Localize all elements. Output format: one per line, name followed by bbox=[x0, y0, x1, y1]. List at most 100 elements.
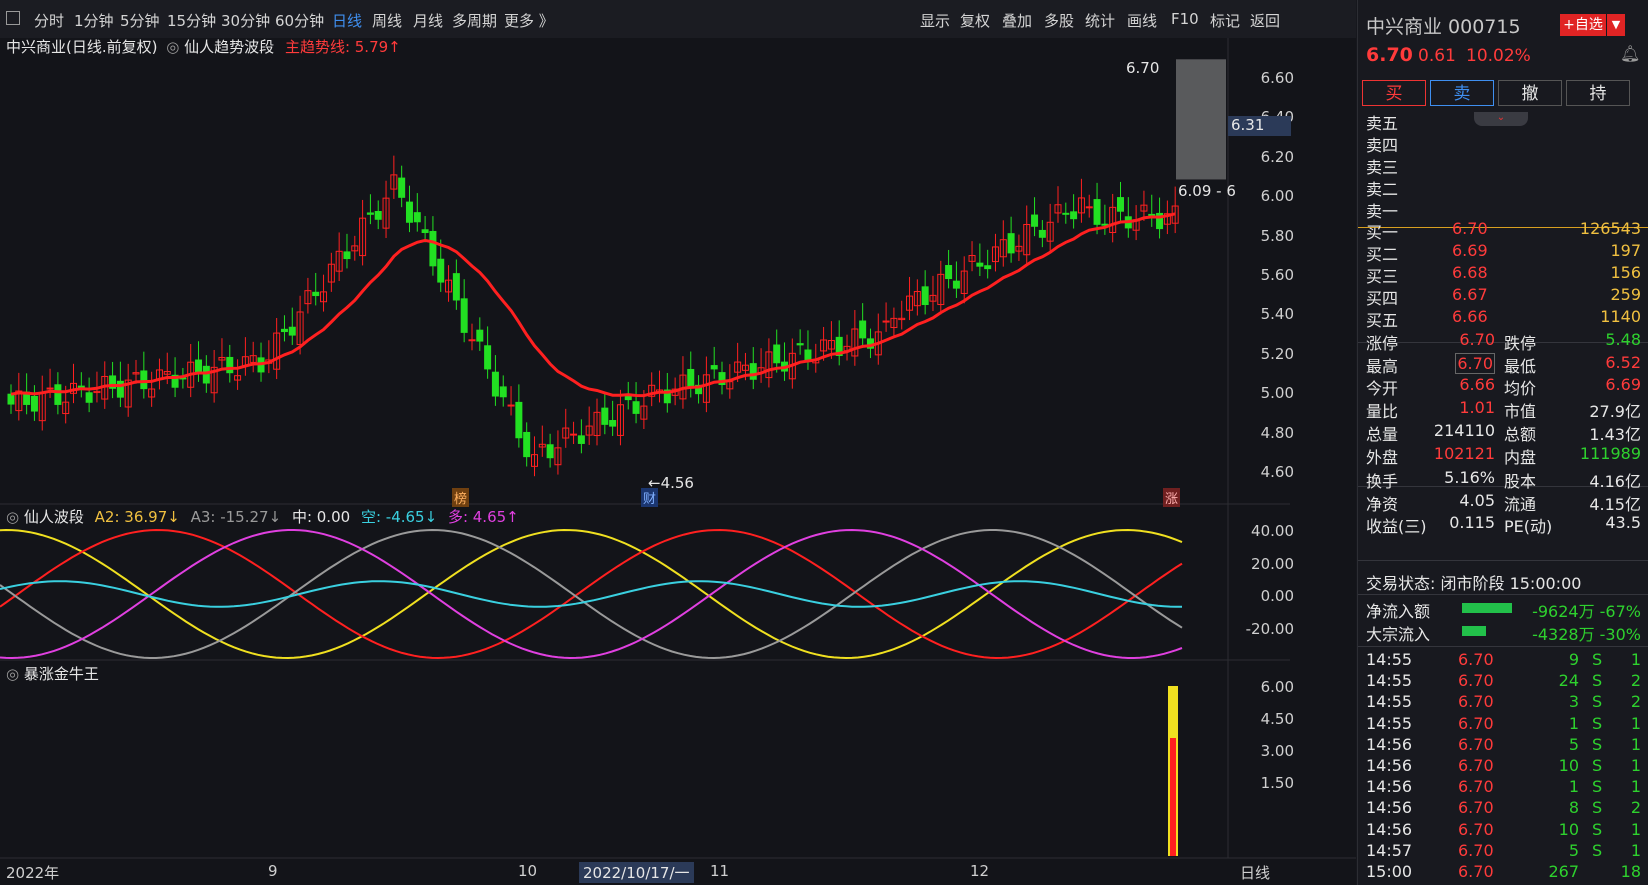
bid-volume: 197 bbox=[1610, 241, 1641, 260]
ask-row: 卖二 bbox=[1366, 176, 1641, 199]
bell-icon[interactable]: 🔔︎ bbox=[1620, 44, 1640, 63]
tick-volume: 267 bbox=[1548, 862, 1579, 881]
vol-name[interactable]: 暴涨金牛王 bbox=[24, 665, 99, 683]
x-axis-label: 2022年 bbox=[6, 864, 60, 882]
bid-price: 6.70 bbox=[1452, 219, 1488, 238]
period-tab-8[interactable]: 月线 bbox=[413, 10, 443, 31]
toolbar-item-6[interactable]: F10 bbox=[1171, 10, 1199, 28]
period-tab-6[interactable]: 日线 bbox=[332, 10, 362, 31]
tick-row: 14:56 6.70 5 S 1 bbox=[1366, 735, 1641, 757]
tick-price: 6.70 bbox=[1458, 713, 1494, 733]
x-axis-label: 12 bbox=[970, 862, 990, 880]
holdings-button[interactable]: 持 bbox=[1566, 80, 1630, 106]
osc-a3: A3: -15.27↓ bbox=[190, 508, 282, 526]
trend-line-value: 主趋势线: 5.79↑ bbox=[284, 38, 401, 56]
tick-time: 14:56 bbox=[1366, 756, 1413, 775]
osc-magenta-line bbox=[0, 528, 1183, 660]
tick-price: 6.70 bbox=[1458, 777, 1494, 797]
toolbar-item-8[interactable]: 返回 bbox=[1250, 10, 1280, 31]
osc-toggle-icon[interactable]: ◎ bbox=[6, 508, 19, 526]
candle-body bbox=[405, 201, 413, 223]
fund-value: 4.15亿 bbox=[1589, 494, 1641, 514]
period-tab-5[interactable]: 60分钟 bbox=[275, 10, 324, 31]
stat-key: 今开 bbox=[1366, 379, 1399, 399]
tick-time: 14:56 bbox=[1366, 734, 1413, 754]
osc-red-line bbox=[0, 528, 1183, 660]
tick-row: 14:57 6.70 5 S 1 bbox=[1366, 841, 1641, 863]
period-tab-0[interactable]: 分时 bbox=[34, 10, 64, 31]
candle-body bbox=[1031, 214, 1039, 227]
candle-body bbox=[749, 363, 757, 380]
tick-price: 6.70 bbox=[1458, 862, 1494, 881]
bid-price: 6.66 bbox=[1452, 307, 1488, 326]
period-tab-1[interactable]: 1分钟 bbox=[74, 10, 114, 31]
tick-price: 6.70 bbox=[1458, 650, 1494, 669]
candle-body bbox=[499, 386, 507, 398]
period-tab-2[interactable]: 5分钟 bbox=[120, 10, 160, 31]
osc-yellow-line bbox=[0, 528, 1183, 660]
kline-chart[interactable] bbox=[0, 38, 1356, 885]
tick-time: 14:56 bbox=[1366, 798, 1413, 818]
period-tab-10[interactable]: 更多 》 bbox=[504, 10, 554, 31]
main-y-tick: 6.00 bbox=[1260, 187, 1294, 206]
chart-area[interactable]: 中兴商业(日线.前复权) ◎ 仙人趋势波段 主趋势线: 5.79↑ ◎ 仙人波段… bbox=[0, 38, 1356, 885]
watchlist-dropdown-icon[interactable]: ▼ bbox=[1607, 14, 1625, 36]
ask-label: 卖四 bbox=[1366, 136, 1399, 155]
marker-bang: 榜 bbox=[452, 488, 470, 507]
flow-value: -9624万 -67% bbox=[1532, 602, 1641, 621]
tick-time: 14:55 bbox=[1366, 692, 1413, 712]
tick-volume: 10 bbox=[1558, 756, 1579, 775]
tick-count: 1 bbox=[1630, 650, 1641, 669]
indicator-toggle-icon[interactable]: ◎ bbox=[166, 38, 179, 56]
candle-body bbox=[46, 387, 54, 390]
tick-time: 14:55 bbox=[1366, 671, 1413, 691]
toolbar-item-5[interactable]: 画线 bbox=[1127, 10, 1157, 31]
period-tab-3[interactable]: 15分钟 bbox=[167, 10, 216, 31]
osc-y-tick: -20.00 bbox=[1245, 619, 1294, 638]
toolbar-item-2[interactable]: 叠加 bbox=[1002, 10, 1032, 31]
tick-side: S bbox=[1592, 756, 1603, 775]
toolbar-item-0[interactable]: 显示 bbox=[920, 10, 950, 31]
candle-body bbox=[7, 393, 15, 405]
stat-value: 6.70 bbox=[1459, 330, 1495, 349]
tick-side: S bbox=[1592, 671, 1603, 691]
vol-toggle-icon[interactable]: ◎ bbox=[6, 665, 19, 683]
sidebar-toggle-icon[interactable] bbox=[6, 11, 20, 25]
indicator-name[interactable]: 仙人趋势波段 bbox=[184, 38, 274, 56]
toolbar-item-3[interactable]: 多股 bbox=[1044, 10, 1074, 31]
range-label: 6.09 - 6 bbox=[1178, 182, 1236, 200]
cancel-order-button[interactable]: 撤 bbox=[1498, 80, 1562, 106]
buy-button[interactable]: 买 bbox=[1362, 80, 1426, 106]
stat-value: 6.69 bbox=[1605, 375, 1641, 395]
ask-row: 卖一 bbox=[1366, 198, 1641, 221]
toolbar-item-4[interactable]: 统计 bbox=[1085, 10, 1115, 31]
tick-price: 6.70 bbox=[1458, 756, 1494, 775]
main-y-tick: 5.80 bbox=[1260, 226, 1294, 245]
current-price-tag: 6.31 bbox=[1228, 116, 1291, 136]
stat-value: 1.43亿 bbox=[1589, 424, 1641, 444]
stat-key: 总额 bbox=[1504, 424, 1537, 444]
tick-price: 6.70 bbox=[1458, 692, 1494, 712]
toolbar-item-1[interactable]: 复权 bbox=[960, 10, 990, 31]
sell-button[interactable]: 卖 bbox=[1430, 80, 1494, 106]
tick-count: 18 bbox=[1620, 862, 1641, 881]
price-change: 0.61 bbox=[1418, 46, 1456, 66]
candle-body bbox=[796, 343, 804, 346]
candle-body bbox=[1116, 197, 1124, 212]
candle-body bbox=[921, 286, 929, 306]
bid-volume: 126543 bbox=[1579, 219, 1641, 238]
toolbar-item-7[interactable]: 标记 bbox=[1210, 10, 1240, 31]
add-watchlist-button[interactable]: +自选 bbox=[1560, 14, 1606, 36]
period-tab-4[interactable]: 30分钟 bbox=[221, 10, 270, 31]
period-tab-7[interactable]: 周线 bbox=[372, 10, 402, 31]
period-tab-9[interactable]: 多周期 bbox=[452, 10, 497, 31]
osc-name[interactable]: 仙人波段 bbox=[24, 508, 84, 526]
candle-body bbox=[54, 384, 62, 405]
tick-row: 14:56 6.70 1 S 1 bbox=[1366, 777, 1641, 799]
candle-body bbox=[413, 212, 421, 223]
marker-zhang: 涨 bbox=[1163, 488, 1181, 507]
stat-key: 内盘 bbox=[1504, 447, 1537, 467]
tick-row: 14:55 6.70 9 S 1 bbox=[1366, 650, 1641, 672]
fund-row: 换手 5.16% 股本 4.16亿 bbox=[1366, 468, 1641, 491]
candle-body bbox=[710, 365, 718, 370]
